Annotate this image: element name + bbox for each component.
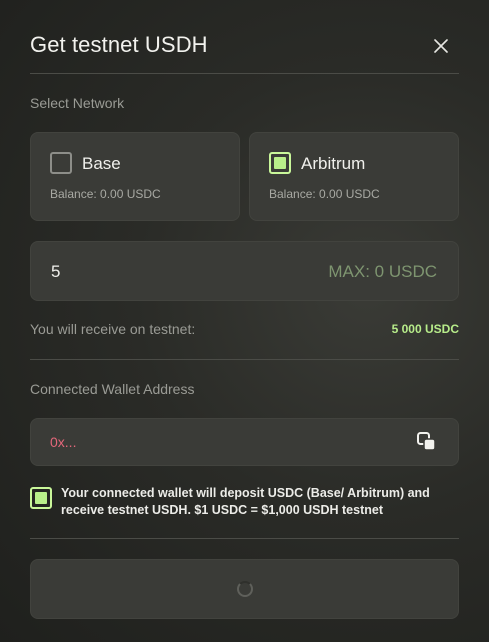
footer-divider — [30, 538, 459, 539]
close-button[interactable] — [430, 35, 452, 57]
modal-title: Get testnet USDH — [30, 32, 208, 57]
close-icon — [434, 39, 448, 53]
wallet-address-value: 0x... — [50, 434, 77, 450]
network-balance-base: Balance: 0.00 USDC — [50, 187, 161, 201]
network-balance-arbitrum: Balance: 0.00 USDC — [269, 187, 380, 201]
section-divider — [30, 359, 459, 360]
consent-checkbox[interactable] — [30, 487, 52, 509]
copy-icon — [417, 432, 436, 451]
loading-spinner-icon — [236, 581, 253, 597]
submit-button[interactable] — [30, 559, 459, 619]
consent-text: Your connected wallet will deposit USDC … — [61, 486, 430, 517]
get-testnet-modal: Get testnet USDH Select Network Base Bal… — [0, 0, 489, 642]
wallet-address-field: 0x... — [30, 418, 459, 466]
max-button[interactable]: MAX: 0 USDC — [328, 262, 437, 282]
amount-field: MAX: 0 USDC — [30, 241, 459, 301]
amount-input[interactable] — [51, 260, 251, 284]
receive-label: You will receive on testnet: — [30, 321, 196, 337]
receive-value: 5 000 USDC — [391, 322, 459, 336]
network-option-arbitrum[interactable]: Arbitrum Balance: 0.00 USDC — [249, 132, 459, 221]
network-name-base: Base — [82, 154, 121, 173]
arbitrum-checkbox[interactable] — [269, 152, 291, 174]
network-option-base[interactable]: Base Balance: 0.00 USDC — [30, 132, 240, 221]
consent-row: Your connected wallet will deposit USDC … — [30, 485, 459, 525]
copy-address-button[interactable] — [416, 431, 438, 453]
wallet-address-label: Connected Wallet Address — [30, 381, 195, 397]
network-name-arbitrum: Arbitrum — [301, 154, 366, 173]
select-network-label: Select Network — [30, 95, 125, 111]
base-checkbox[interactable] — [50, 152, 72, 174]
header-divider — [30, 73, 459, 74]
